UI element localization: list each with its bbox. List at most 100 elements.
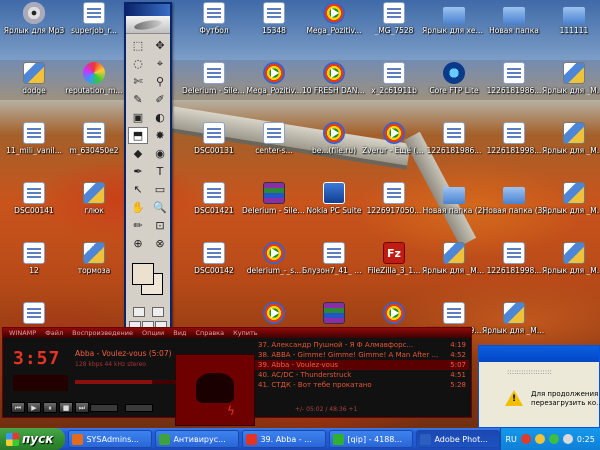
- desktop-icon[interactable]: DSC00141: [2, 182, 66, 228]
- tool-icon-10[interactable]: ⬒: [128, 127, 148, 144]
- tool-icon-0[interactable]: ⬚: [128, 37, 148, 54]
- desktop-icon[interactable]: Ярлык для _MG_5639: [482, 302, 546, 348]
- next-button[interactable]: ⏭: [75, 402, 89, 413]
- desktop-icon[interactable]: глюк: [62, 182, 126, 228]
- taskbar-button[interactable]: Adobe Phot...: [416, 430, 501, 448]
- tool-icon-17[interactable]: ▭: [150, 181, 170, 198]
- playlist-row[interactable]: 41. СТДК - Вот тебе прокатано 5:28: [255, 380, 469, 390]
- previous-button[interactable]: ⏮: [11, 402, 25, 413]
- taskbar-button[interactable]: 39. Abba - ...: [242, 430, 327, 448]
- desktop-icon[interactable]: DSC00142: [182, 242, 246, 288]
- playlist-row[interactable]: 37. Александр Пушной - Я Ф Алмавфорс... 4…: [255, 340, 469, 350]
- taskbar-button[interactable]: SYSAdmins...: [68, 430, 153, 448]
- tool-icon-13[interactable]: ◉: [150, 145, 170, 162]
- desktop-icon[interactable]: 10 FRESH DANCE HI...: [302, 62, 366, 108]
- tool-icon-21[interactable]: ⊡: [150, 217, 170, 234]
- desktop-icon[interactable]: 1226181998...: [482, 122, 546, 168]
- desktop-icon[interactable]: Mega_Pozitiv...: [302, 2, 366, 48]
- quickmask-mode-icon[interactable]: [151, 307, 164, 317]
- tool-icon-14[interactable]: ✒: [128, 163, 148, 180]
- desktop-icon[interactable]: delerium_-_s...: [242, 242, 306, 288]
- tool-icon-23[interactable]: ⊗: [150, 235, 170, 252]
- desktop-icon[interactable]: Ярлык для _MG_5566: [542, 122, 600, 168]
- tool-icon-16[interactable]: ↖: [128, 181, 148, 198]
- foreground-color-swatch[interactable]: [132, 263, 154, 285]
- tray-network-icon[interactable]: [534, 434, 545, 444]
- desktop-icon[interactable]: тормоза: [62, 242, 126, 288]
- playlist-row[interactable]: 38. ABBA - Gimme! Gimme! Gimme! A Man Af…: [255, 350, 469, 360]
- desktop-icon[interactable]: Delerium - Silence (...: [182, 62, 246, 108]
- playlist-row[interactable]: 40. AC/DC - Thunderstruck 4:51: [255, 370, 469, 380]
- tool-icon-1[interactable]: ✥: [150, 37, 170, 54]
- stop-button[interactable]: ■: [59, 402, 73, 413]
- desktop-icon[interactable]: Mega_Pozitiv...: [242, 62, 306, 108]
- tool-icon-7[interactable]: ✐: [150, 91, 170, 108]
- desktop-icon[interactable]: x_2c61911b: [362, 62, 426, 108]
- tool-icon-5[interactable]: ⚲: [150, 73, 170, 90]
- desktop-icon[interactable]: Футбол: [182, 2, 246, 48]
- desktop-icon[interactable]: _MG_7528: [362, 2, 426, 48]
- tool-icon-12[interactable]: ◆: [128, 145, 148, 162]
- desktop-icon[interactable]: 11_mili_vanil...: [2, 122, 66, 168]
- toolbox-titlebar[interactable]: [126, 4, 170, 16]
- photoshop-feather-logo[interactable]: [126, 16, 170, 34]
- tool-icon-20[interactable]: ✏: [128, 217, 148, 234]
- balance-slider[interactable]: [125, 404, 153, 412]
- tray-clock[interactable]: 0:25: [577, 435, 595, 444]
- tray-qip-icon[interactable]: [548, 434, 559, 444]
- desktop-icon[interactable]: DSC00131: [182, 122, 246, 168]
- tray-volume-icon[interactable]: [562, 434, 573, 444]
- desktop-icon[interactable]: Новая папка: [482, 2, 546, 48]
- desktop-icon[interactable]: Ярлык для _MG_5638: [542, 242, 600, 288]
- desktop-icon[interactable]: FileZilla_3_1...: [362, 242, 426, 288]
- winamp-menu-item[interactable]: WINAMP: [9, 329, 36, 337]
- desktop-icon[interactable]: be...(file.ru): [302, 122, 366, 168]
- start-button[interactable]: пуск: [0, 428, 66, 450]
- desktop-icon[interactable]: m_630450e2: [62, 122, 126, 168]
- desktop-icon[interactable]: Ярлык для хелуин 31.10: [422, 2, 486, 48]
- winamp-menu-item[interactable]: Купить: [233, 329, 258, 337]
- winamp-menu-item[interactable]: Воспроизведение: [72, 329, 133, 337]
- taskbar-button[interactable]: Антивирус...: [155, 430, 240, 448]
- tool-icon-9[interactable]: ◐: [150, 109, 170, 126]
- tool-icon-22[interactable]: ⊕: [128, 235, 148, 252]
- tool-icon-6[interactable]: ✎: [128, 91, 148, 108]
- desktop-icon[interactable]: 1226181986...: [422, 122, 486, 168]
- tray-app-icon[interactable]: [520, 434, 531, 444]
- desktop-icon[interactable]: 1226181986...: [482, 62, 546, 108]
- desktop-icon[interactable]: Core FTP Lite: [422, 62, 486, 108]
- tool-icon-19[interactable]: 🔍: [150, 199, 170, 216]
- tool-icon-18[interactable]: ✋: [128, 199, 148, 216]
- desktop-icon[interactable]: Delerium - Silence (...: [242, 182, 306, 228]
- desktop-icon[interactable]: 111111: [542, 2, 600, 48]
- volume-slider[interactable]: [90, 404, 118, 412]
- visualizer[interactable]: [13, 375, 68, 391]
- desktop-icon[interactable]: сenter-s...: [242, 122, 306, 168]
- dialog-titlebar[interactable]: [479, 346, 599, 362]
- taskbar-button[interactable]: [qip] - 4188...: [329, 430, 414, 448]
- desktop-icon[interactable]: Ярлык для _MG_5565: [542, 62, 600, 108]
- tool-icon-11[interactable]: ✸: [150, 127, 170, 144]
- tool-icon-4[interactable]: ✄: [128, 73, 148, 90]
- desktop-icon[interactable]: Ярлык для _MG_5587: [542, 182, 600, 228]
- desktop-icon[interactable]: Новая папка (2): [422, 182, 486, 228]
- desktop-icon[interactable]: 15348: [242, 2, 306, 48]
- desktop-icon[interactable]: Блузон7_41_ Юбка-7_20348: [302, 242, 366, 288]
- desktop-icon[interactable]: Ярлык для Mp3: [2, 2, 66, 48]
- winamp-menu-item[interactable]: Справка: [195, 329, 224, 337]
- playlist-row[interactable]: 39. Abba - Voulez-vous 5:07: [255, 360, 469, 370]
- desktop-icon[interactable]: 1226917050...: [362, 182, 426, 228]
- desktop-icon[interactable]: 1226181998...: [482, 242, 546, 288]
- tool-icon-2[interactable]: ◌: [128, 55, 148, 72]
- tool-icon-15[interactable]: T: [150, 163, 170, 180]
- desktop-icon[interactable]: dodge: [2, 62, 66, 108]
- desktop-icon[interactable]: DSC01421: [182, 182, 246, 228]
- winamp-menu-item[interactable]: Вид: [173, 329, 186, 337]
- language-indicator[interactable]: RU: [505, 435, 516, 444]
- desktop-icon[interactable]: superjob_r...: [62, 2, 126, 48]
- pause-button[interactable]: ⏸: [43, 402, 57, 413]
- desktop-icon[interactable]: Zverur - Ещё (1503): [362, 122, 426, 168]
- winamp-menu-item[interactable]: Опции: [142, 329, 164, 337]
- tool-icon-3[interactable]: ⌖: [150, 55, 170, 72]
- standard-mode-icon[interactable]: [132, 307, 145, 317]
